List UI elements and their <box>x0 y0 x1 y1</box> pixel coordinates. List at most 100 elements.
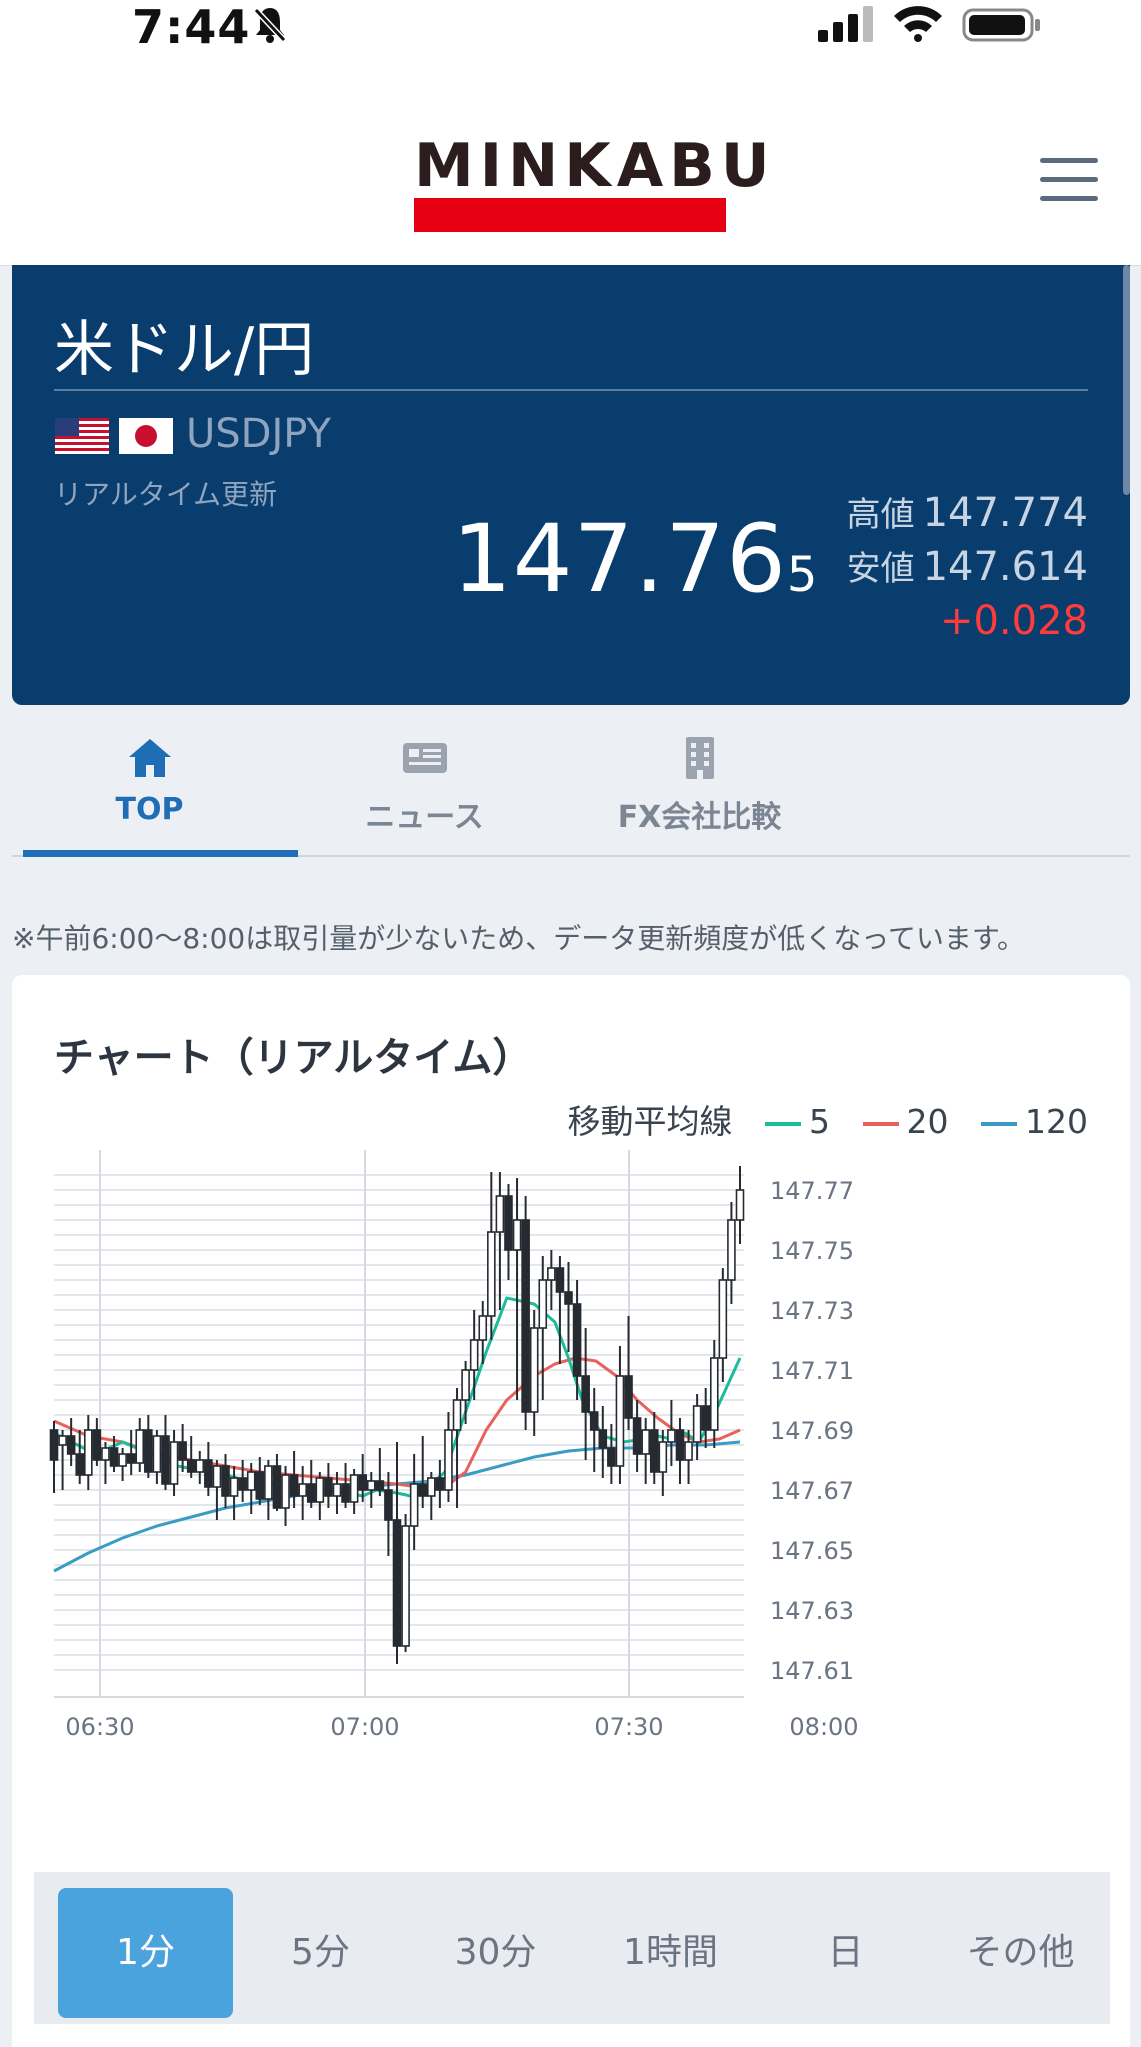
candle <box>349 1469 359 1514</box>
x-tick-label: 07:30 <box>594 1713 663 1741</box>
current-price: 147.765 <box>452 505 818 614</box>
period-1min-button[interactable]: 1分 <box>58 1888 233 2018</box>
candle <box>126 1430 136 1475</box>
candle <box>341 1463 350 1508</box>
legend-swatch-ma20 <box>862 1121 899 1126</box>
low-label: 安値 <box>846 549 915 589</box>
update-label: リアルタイム更新 <box>54 478 278 511</box>
low-value: 147.614 <box>922 544 1088 590</box>
notice-text: ※午前6:00〜8:00は取引量が少ないため、データ更新頻度が低くなっています。 <box>12 922 1026 955</box>
candle <box>178 1424 187 1472</box>
candle <box>735 1166 745 1244</box>
legend-swatch-ma120 <box>981 1121 1017 1126</box>
pair-name: 米ドル/円 <box>54 315 315 385</box>
jp-flag-icon <box>119 418 173 454</box>
candle <box>581 1328 590 1460</box>
period-5min-button[interactable]: 5分 <box>233 1888 408 2018</box>
logo-red-bar <box>414 198 726 232</box>
period-30min-button[interactable]: 30分 <box>408 1888 583 2018</box>
price-small-digit: 5 <box>786 547 819 603</box>
signal-icon <box>818 6 873 42</box>
candle <box>572 1280 582 1400</box>
candle <box>49 1421 59 1493</box>
tab-news[interactable]: ニュース <box>287 710 562 855</box>
candle <box>375 1448 385 1496</box>
tab-top[interactable]: TOP <box>12 710 298 857</box>
home-icon <box>129 739 171 777</box>
period-other-button[interactable]: その他 <box>933 1888 1108 2018</box>
pair-code: USDJPY <box>186 411 331 457</box>
high-value: 147.774 <box>922 490 1088 536</box>
candle <box>701 1388 711 1448</box>
candle <box>306 1460 316 1508</box>
status-time: 7:44 <box>132 0 251 54</box>
y-tick-label: 147.65 <box>770 1537 854 1565</box>
y-tick-label: 147.75 <box>770 1237 854 1265</box>
candle <box>255 1457 265 1505</box>
candle <box>632 1400 642 1472</box>
candle <box>101 1442 110 1484</box>
candle <box>135 1418 145 1472</box>
legend-swatch-ma5 <box>765 1121 801 1126</box>
candle <box>521 1196 530 1430</box>
candle <box>401 1514 410 1652</box>
legend-ma5-label: 5 <box>809 1102 830 1141</box>
y-tick-label: 147.63 <box>770 1597 854 1625</box>
newspaper-icon <box>403 743 447 773</box>
candle <box>709 1340 719 1448</box>
minkabu-logo[interactable]: MINKABU <box>414 131 776 232</box>
candle <box>118 1448 127 1481</box>
tab-fx-compare-label: FX会社比較 <box>617 800 782 835</box>
x-tick-label: 08:00 <box>789 1713 858 1741</box>
candle <box>529 1310 539 1436</box>
candle <box>66 1418 76 1466</box>
candle <box>281 1466 290 1526</box>
candle <box>144 1415 153 1478</box>
site-header: MINKABU <box>0 60 1141 266</box>
y-axis-labels: 147.77 147.75 147.73 147.71 147.69 147.67 147.… <box>770 1177 854 1685</box>
candle <box>598 1406 608 1478</box>
battery-icon <box>962 8 1040 42</box>
high-low-box: 高値 147.774 安値 147.614 +0.028 <box>847 487 1088 647</box>
tab-top-label: TOP <box>115 792 184 827</box>
candle <box>444 1412 453 1502</box>
candle <box>667 1400 676 1466</box>
candle <box>186 1436 196 1478</box>
x-axis-labels: 06:30 07:00 07:30 08:00 <box>65 1713 858 1741</box>
menu-icon[interactable] <box>1040 158 1098 202</box>
candle <box>692 1394 702 1460</box>
y-tick-label: 147.67 <box>770 1477 854 1505</box>
candle <box>264 1460 273 1520</box>
bell-muted-icon <box>253 7 287 43</box>
candle <box>435 1460 445 1508</box>
y-tick-label: 147.73 <box>770 1297 854 1325</box>
wifi-icon <box>894 6 942 42</box>
candle <box>615 1346 625 1484</box>
candle <box>204 1442 213 1496</box>
high-label: 高値 <box>846 495 915 535</box>
candle <box>658 1430 668 1496</box>
y-tick-label: 147.71 <box>770 1357 854 1385</box>
candlestick-chart[interactable]: 147.77 147.75 147.73 147.71 147.69 147.67 147.… <box>12 1140 1130 1830</box>
x-tick-label: 07:00 <box>330 1713 399 1741</box>
period-day-button[interactable]: 日 <box>758 1888 933 2018</box>
period-selector: 1分 5分 30分 1時間 日 その他 <box>34 1872 1110 2024</box>
x-tick-label: 06:30 <box>65 1713 134 1741</box>
candle <box>649 1412 659 1484</box>
candle <box>727 1202 736 1304</box>
change-value: +0.028 <box>939 598 1088 644</box>
legend-ma20-label: 20 <box>906 1102 949 1141</box>
period-1hour-button[interactable]: 1時間 <box>583 1888 758 2018</box>
candle <box>169 1430 179 1496</box>
logo-text: MINKABU <box>414 131 776 201</box>
scrollbar[interactable] <box>1123 265 1130 495</box>
candle <box>195 1451 205 1484</box>
tab-bar: TOP ニュース FX会社比較 <box>12 710 1130 857</box>
price-main: 147.76 <box>452 505 787 614</box>
tab-fx-compare[interactable]: FX会社比較 <box>562 710 837 855</box>
y-tick-label: 147.77 <box>770 1177 854 1205</box>
candle <box>624 1316 633 1430</box>
quote-card: 米ドル/円 USDJPY リアルタイム更新 147.765 高値 147.774 … <box>12 265 1130 705</box>
candle <box>366 1472 376 1508</box>
candle <box>564 1262 573 1352</box>
